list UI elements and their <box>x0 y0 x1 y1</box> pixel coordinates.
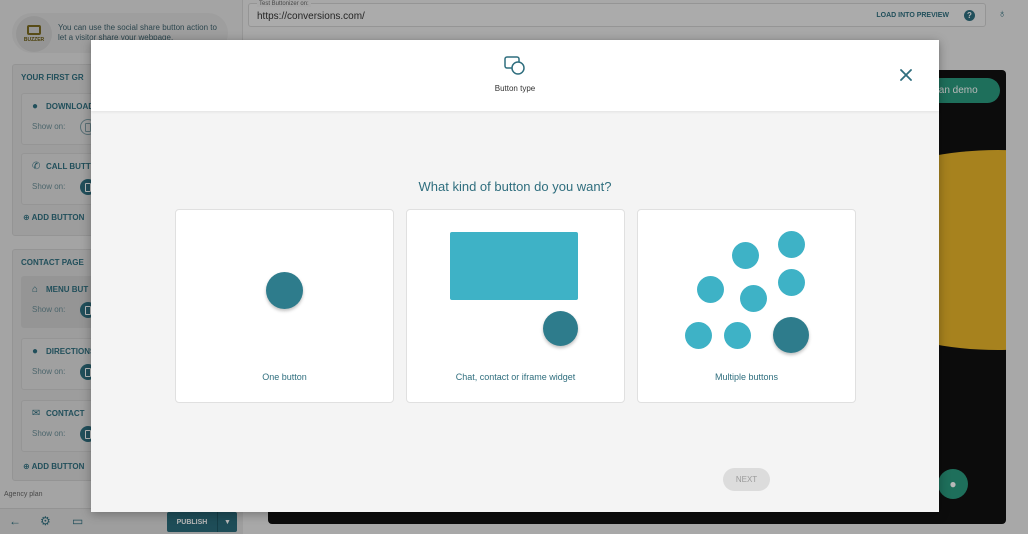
modal-header: Button type <box>91 40 939 111</box>
multi-button-illustration <box>778 269 805 296</box>
button-type-icon <box>504 56 525 75</box>
card-label: One button <box>262 372 307 382</box>
widget-window-illustration <box>450 232 578 300</box>
single-button-illustration <box>266 272 303 309</box>
card-widget[interactable]: Chat, contact or iframe widget <box>406 209 625 403</box>
multi-button-illustration <box>724 322 751 349</box>
next-button[interactable]: NEXT <box>723 468 770 491</box>
close-icon <box>900 69 912 81</box>
multi-button-illustration <box>697 276 724 303</box>
multi-button-illustration <box>732 242 759 269</box>
card-label: Multiple buttons <box>714 372 779 382</box>
multi-button-illustration <box>685 322 712 349</box>
button-type-question: What kind of button do you want? <box>418 179 612 194</box>
card-multiple-buttons[interactable]: Multiple buttons <box>637 209 856 403</box>
multi-main-button-illustration <box>773 317 809 353</box>
card-one-button[interactable]: One button <box>175 209 394 403</box>
widget-button-illustration <box>543 311 578 346</box>
button-type-modal: Button type What kind of button do you w… <box>91 40 939 512</box>
multi-button-illustration <box>778 231 805 258</box>
modal-title: Button type <box>494 84 536 93</box>
multi-button-illustration <box>740 285 767 312</box>
card-label: Chat, contact or iframe widget <box>455 372 576 382</box>
close-button[interactable] <box>897 66 915 84</box>
